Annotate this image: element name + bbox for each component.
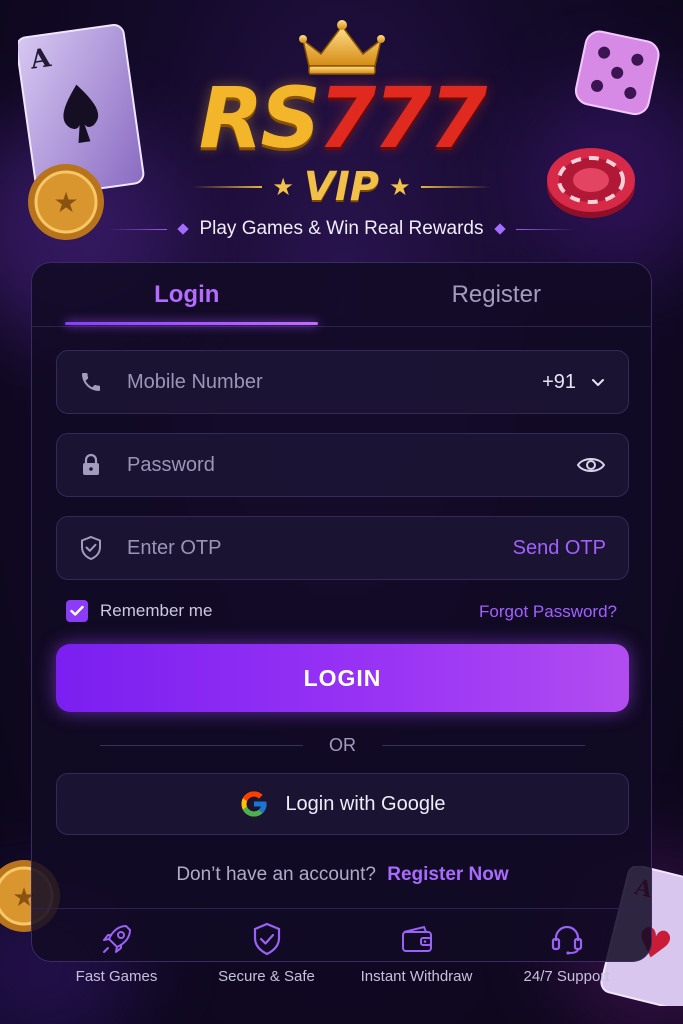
shield-check-icon <box>79 535 103 561</box>
vip-badge: ★ VIP ★ <box>0 164 683 210</box>
shield-check-icon <box>248 920 286 958</box>
signup-prompt-row: Don’t have an account? Register Now <box>32 864 653 886</box>
mobile-number-field[interactable]: Mobile Number +91 <box>56 350 629 414</box>
login-with-google-label: Login with Google <box>285 792 446 815</box>
diamond-icon <box>493 223 506 235</box>
login-button[interactable]: LOGIN <box>56 644 629 712</box>
otp-field[interactable]: Enter OTP Send OTP <box>56 516 629 580</box>
feature-label: Secure & Safe <box>218 968 315 985</box>
features-row: Fast Games Secure & Safe Instant Withdra… <box>0 920 683 1000</box>
register-now-link[interactable]: Register Now <box>387 864 508 885</box>
brand-name-part1: RS <box>198 69 321 167</box>
remember-me-label: Remember me <box>100 601 213 620</box>
signup-prompt: Don’t have an account? <box>176 864 376 885</box>
otp-placeholder: Enter OTP <box>127 536 222 559</box>
google-icon <box>241 791 267 817</box>
vip-label: VIP <box>303 164 380 210</box>
wallet-icon <box>398 920 436 958</box>
tab-login[interactable]: Login <box>32 263 342 326</box>
feature-label: Instant Withdraw <box>360 968 473 985</box>
diamond-icon <box>177 223 190 235</box>
divider-line <box>100 745 303 746</box>
mobile-number-placeholder: Mobile Number <box>127 370 263 393</box>
or-label: OR <box>329 735 356 755</box>
divider-line <box>515 228 576 230</box>
show-password-toggle[interactable] <box>576 455 606 475</box>
checkmark-icon <box>70 605 84 616</box>
feature-label: 24/7 Support <box>523 968 610 985</box>
star-icon: ★ <box>389 173 411 201</box>
tagline-row: Play Games & Win Real Rewards <box>0 218 683 240</box>
send-otp-button[interactable]: Send OTP <box>513 537 606 560</box>
tagline: Play Games & Win Real Rewards <box>199 218 484 239</box>
feature-fast-games: Fast Games <box>42 920 192 1000</box>
card-footer-divider <box>32 908 651 909</box>
feature-support: 24/7 Support <box>492 920 642 1000</box>
phone-icon <box>79 370 103 394</box>
chevron-down-icon <box>592 379 604 386</box>
feature-instant-withdraw: Instant Withdraw <box>342 920 492 1000</box>
brand-name-part2: 777 <box>317 69 487 167</box>
divider-line <box>382 745 585 746</box>
feature-label: Fast Games <box>75 968 158 985</box>
remember-me[interactable]: Remember me <box>66 600 212 622</box>
headset-icon <box>548 920 586 958</box>
eye-icon <box>576 458 606 472</box>
active-tab-indicator <box>65 322 318 325</box>
feature-secure-safe: Secure & Safe <box>192 920 342 1000</box>
divider-line <box>420 186 491 188</box>
password-field[interactable]: Password <box>56 433 629 497</box>
tab-register[interactable]: Register <box>342 263 652 326</box>
forgot-password-link[interactable]: Forgot Password? <box>479 602 617 622</box>
star-icon: ★ <box>272 173 294 201</box>
rocket-icon <box>98 920 136 958</box>
brand-logo: RS777 <box>0 76 683 160</box>
country-code-value: +91 <box>542 370 576 393</box>
lock-icon <box>79 453 103 477</box>
auth-card: Login Register Mobile Number +91 Passwor… <box>31 262 652 962</box>
or-divider: OR <box>100 735 585 756</box>
login-with-google-button[interactable]: Login with Google <box>56 773 629 835</box>
divider-line <box>107 228 168 230</box>
auth-tabs: Login Register <box>32 263 651 327</box>
crown-icon <box>299 20 385 75</box>
password-placeholder: Password <box>127 453 215 476</box>
country-code-select[interactable]: +91 <box>542 371 606 394</box>
remember-me-checkbox[interactable] <box>66 600 88 622</box>
divider-line <box>192 186 263 188</box>
